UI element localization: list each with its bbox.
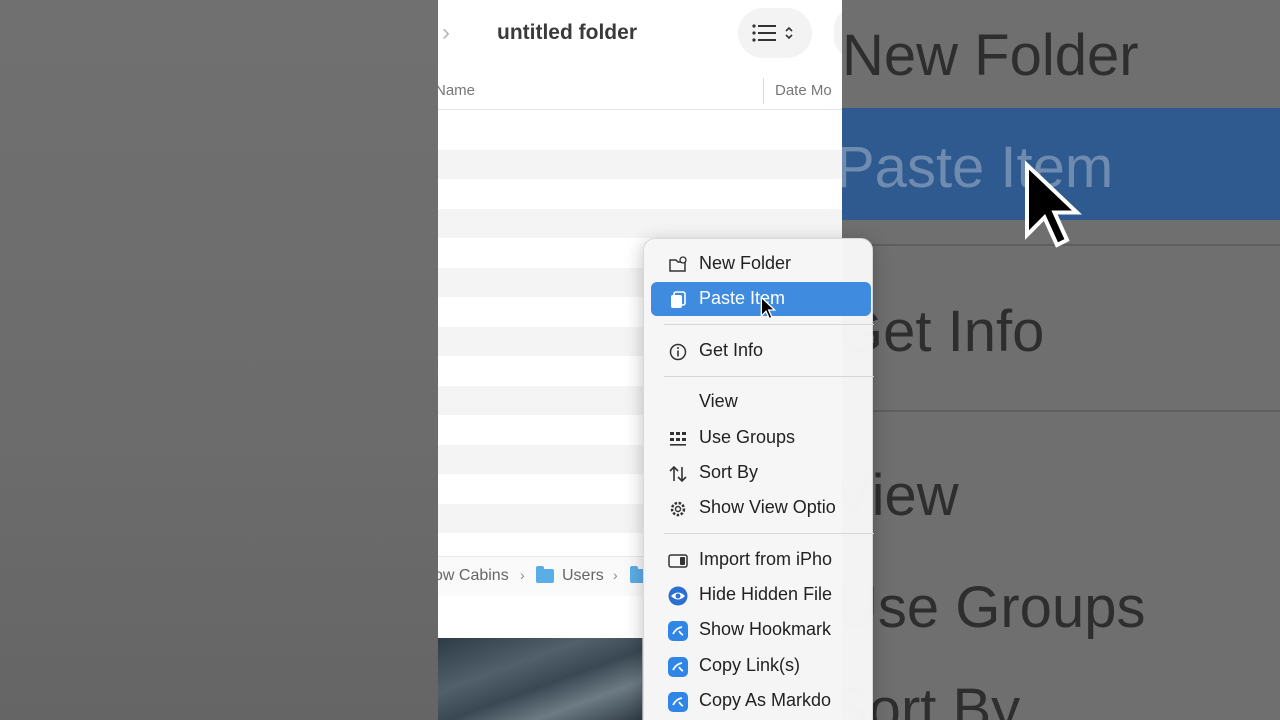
menu-item-copy-as-markdown[interactable]: Copy As Markdo [644,684,874,718]
menu-separator [664,533,874,534]
zoomed-menu-panel: New Folder Paste Item Get Info View Use … [842,0,1280,720]
zoom-item-use-groups: Use Groups [842,575,1146,640]
menu-item-label: Copy Link(s) [699,655,801,675]
menu-item-label: Copy As Markdo [699,690,832,710]
menu-item-import-from-iphone[interactable]: Import from iPho [644,543,874,577]
menu-item-label: Sort By [699,462,759,482]
forward-button[interactable]: › [442,18,470,48]
device-icon [668,554,688,568]
menu-item-sort-by[interactable]: Sort By [644,456,874,490]
toolbar-button-partial[interactable] [834,8,842,58]
menu-item-label: Hide Hidden File [699,584,833,604]
menu-item-use-groups[interactable]: Use Groups [644,421,874,455]
sort-icon [669,465,687,483]
menu-item-label: Use Groups [699,427,796,447]
hookmark-icon [668,692,688,712]
new-folder-icon [669,256,687,272]
menu-item-label: View [699,391,738,411]
hookmark-icon [668,657,688,677]
menu-item-hide-hidden-files[interactable]: Hide Hidden File [644,578,874,612]
zoom-item-view: View [842,463,959,528]
list-row [438,208,842,238]
column-header-name[interactable]: Name [438,82,475,99]
menu-separator [664,376,874,377]
mouse-cursor-icon [760,295,776,320]
info-icon [669,343,687,361]
menu-item-label: New Folder [699,253,792,273]
groups-icon [670,432,686,446]
menu-item-view[interactable]: View [644,385,874,419]
gear-icon [670,501,686,517]
zoom-cursor-icon [1025,160,1082,248]
menu-item-copy-links[interactable]: Copy Link(s) [644,649,874,683]
menu-item-show-view-options[interactable]: Show View Optio [644,491,874,525]
zoom-item-sort-by: Sort By [842,677,1021,720]
column-header-date-modified[interactable]: Date Mo [775,82,832,99]
menu-item-label: Show Hookmark [699,619,832,639]
path-separator: › [520,567,525,583]
zoom-item-new-folder: New Folder [842,23,1139,88]
window-title: untitled folder [497,21,637,44]
path-item-users[interactable]: Users [562,567,604,585]
column-divider[interactable] [763,78,764,104]
zoom-separator [842,410,1280,412]
view-mode-button[interactable] [738,8,812,58]
eye-icon [668,586,688,606]
path-separator: › [613,567,618,583]
hookmark-icon [668,621,688,641]
list-view-icon [752,24,793,42]
paste-icon [671,291,686,308]
menu-item-show-hookmark[interactable]: Show Hookmark [644,613,874,647]
list-row [438,120,842,150]
list-row [438,149,842,179]
screen: New Folder Paste Item Get Info View Use … [0,0,1280,720]
menu-item-new-folder[interactable]: New Folder [644,247,874,281]
path-item-cabins[interactable]: ow Cabins [438,567,509,585]
desktop-wallpaper [438,638,642,720]
menu-item-label: Get Info [699,340,764,360]
toolbar: › untitled folder [438,0,842,70]
menu-item-get-info[interactable]: Get Info [644,334,874,368]
menu-item-label: Import from iPho [699,549,833,569]
menu-item-label: Show View Optio [699,497,836,517]
zoom-item-get-info: Get Info [842,299,1045,364]
context-menu: New Folder Paste Item Get Info View Use … [643,238,874,720]
blurred-background-left [0,0,438,720]
folder-icon [536,566,554,583]
column-header-row: Name Date Mo [438,76,842,110]
menu-separator [664,324,874,325]
list-row [438,179,842,209]
